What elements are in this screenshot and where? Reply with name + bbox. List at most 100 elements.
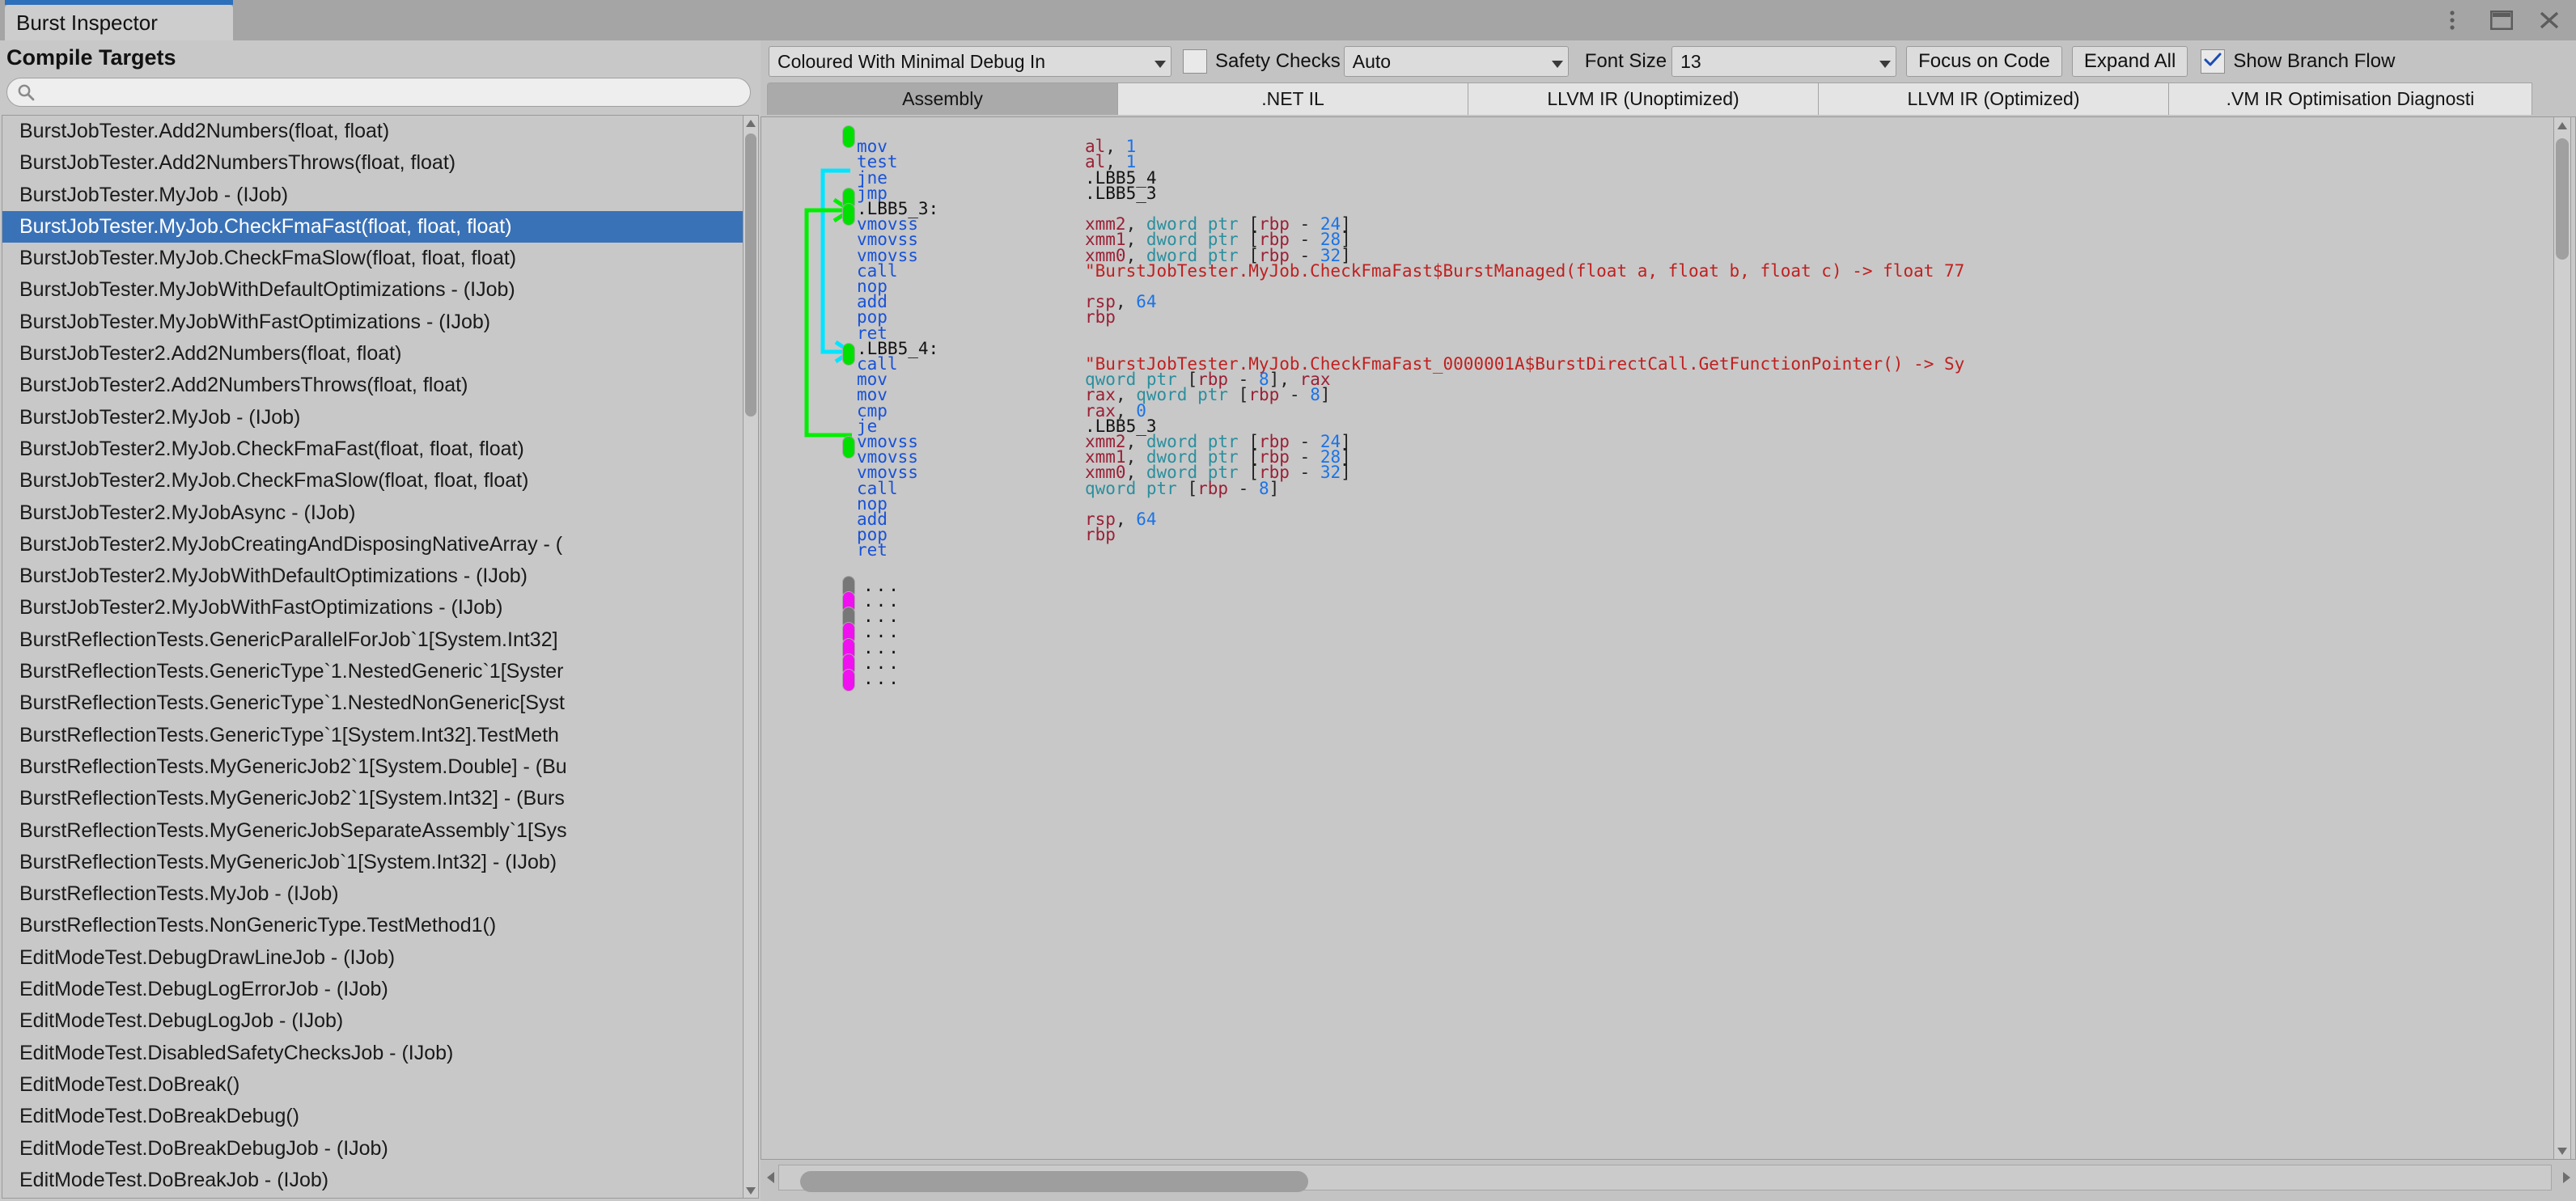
operand-token-reg: rbp bbox=[1085, 307, 1116, 328]
operand-token-num: 8 bbox=[1310, 385, 1320, 405]
compile-target-item[interactable]: BurstJobTester.MyJob.CheckFmaFast(float,… bbox=[2, 210, 743, 243]
code-line: ... bbox=[761, 590, 2541, 614]
show-branch-flow-label: Show Branch Flow bbox=[2233, 50, 2396, 72]
disassembly-scroll-thumb[interactable] bbox=[2556, 138, 2569, 260]
compile-target-item[interactable]: BurstReflectionTests.GenericType`1[Syste… bbox=[2, 720, 743, 751]
operand-token-punc: , bbox=[1115, 292, 1137, 312]
code-line: test al, 1 bbox=[761, 152, 2541, 171]
operand-token-num: 64 bbox=[1136, 510, 1157, 529]
display-mode-dropdown[interactable]: Coloured With Minimal Debug In bbox=[769, 46, 1171, 77]
compile-target-item[interactable]: EditModeTest.DebugLogErrorJob - (IJob) bbox=[2, 974, 743, 1005]
compile-target-item[interactable]: BurstJobTester.Add2Numbers(float, float) bbox=[2, 116, 743, 147]
compile-target-item[interactable]: BurstJobTester2.MyJobCreatingAndDisposin… bbox=[2, 529, 743, 560]
scroll-down-arrow-icon[interactable] bbox=[744, 1183, 758, 1198]
show-branch-flow-checkbox[interactable] bbox=[2201, 49, 2226, 74]
close-button[interactable] bbox=[2534, 6, 2565, 34]
code-scroll-right-arrow-icon[interactable] bbox=[2558, 1168, 2574, 1187]
ir-tab[interactable]: .NET IL bbox=[1117, 82, 1468, 115]
ir-tab[interactable]: .VM IR Optimisation Diagnosti bbox=[2168, 82, 2532, 115]
compile-target-item[interactable]: BurstReflectionTests.MyJob - (IJob) bbox=[2, 878, 743, 910]
compile-target-item[interactable]: BurstJobTester2.MyJob - (IJob) bbox=[2, 402, 743, 433]
font-size-dropdown[interactable]: 13 bbox=[1671, 46, 1897, 77]
disassembly-vertical-scrollbar[interactable] bbox=[2553, 116, 2571, 1160]
compile-targets-scrollbar[interactable] bbox=[743, 115, 759, 1199]
compile-target-item[interactable]: BurstJobTester2.MyJobAsync - (IJob) bbox=[2, 497, 743, 529]
code-line bbox=[761, 124, 2541, 148]
code-line: mov rax, qword ptr [rbp - 8] bbox=[761, 385, 2541, 405]
compile-target-item[interactable]: BurstJobTester.MyJob - (IJob) bbox=[2, 180, 743, 211]
compile-target-item[interactable]: BurstJobTester.MyJobWithFastOptimization… bbox=[2, 307, 743, 338]
code-scroll-up-arrow-icon[interactable] bbox=[2555, 118, 2570, 133]
assembly-operands: "BurstJobTester.MyJob.CheckFmaFast$Burst… bbox=[1085, 261, 1964, 281]
compile-target-item[interactable]: EditModeTest.DoBreakJob - (IJob) bbox=[2, 1165, 743, 1196]
compile-target-item[interactable]: BurstReflectionTests.MyGenericJobSeparat… bbox=[2, 815, 743, 847]
code-line: call "BurstJobTester.MyJob.CheckFmaFast$B… bbox=[761, 261, 2541, 281]
operand-token-punc: - bbox=[1289, 463, 1320, 483]
compile-target-item[interactable]: BurstReflectionTests.GenericType`1.Neste… bbox=[2, 687, 743, 719]
compile-target-item[interactable]: BurstReflectionTests.GenericType`1.Neste… bbox=[2, 656, 743, 687]
operand-token-ptr: qword ptr bbox=[1136, 385, 1239, 405]
ir-tab[interactable]: Assembly bbox=[767, 82, 1118, 115]
compile-targets-scroll-thumb[interactable] bbox=[745, 133, 756, 417]
window-tab-burst-inspector[interactable]: Burst Inspector bbox=[5, 5, 233, 40]
compile-target-item[interactable]: BurstJobTester2.MyJobWithDefaultOptimiza… bbox=[2, 560, 743, 592]
compile-target-item[interactable]: BurstReflectionTests.NonGenericType.Test… bbox=[2, 910, 743, 941]
kebab-menu-button[interactable] bbox=[2437, 6, 2468, 34]
compile-target-item[interactable]: BurstJobTester2.MyJob.CheckFmaFast(float… bbox=[2, 433, 743, 465]
code-line: ... bbox=[761, 636, 2541, 661]
compile-target-item[interactable]: BurstReflectionTests.GenericParallelForJ… bbox=[2, 624, 743, 656]
operand-token-reg: rbp bbox=[1197, 478, 1229, 498]
compile-target-item[interactable]: BurstJobTester2.MyJob.CheckFmaSlow(float… bbox=[2, 465, 743, 497]
compile-target-item[interactable]: EditModeTest.DoBreak() bbox=[2, 1069, 743, 1101]
operand-token-num: 8 bbox=[1258, 478, 1269, 498]
compile-target-item[interactable]: BurstReflectionTests.MyGenericJob2`1[Sys… bbox=[2, 783, 743, 814]
search-input[interactable] bbox=[6, 78, 751, 107]
compile-target-item[interactable]: BurstReflectionTests.MyGenericJob2`1[Sys… bbox=[2, 751, 743, 783]
safety-checks-checkbox[interactable] bbox=[1183, 49, 1207, 74]
compile-target-item[interactable]: EditModeTest.DoBreakDebugJob - (IJob) bbox=[2, 1133, 743, 1165]
code-line: pop rbp bbox=[761, 525, 2541, 544]
code-scroll-down-arrow-icon[interactable] bbox=[2555, 1144, 2570, 1158]
code-line: jmp .LBB5_3 bbox=[761, 184, 2541, 210]
code-line: jne .LBB5_4 bbox=[761, 168, 2541, 188]
maximize-icon bbox=[2490, 11, 2513, 30]
disassembly-hscroll-thumb[interactable] bbox=[800, 1171, 1308, 1192]
chevron-down-icon bbox=[1148, 51, 1166, 73]
focus-on-code-button[interactable]: Focus on Code bbox=[1906, 46, 2062, 77]
disassembly-horizontal-scrollbar[interactable] bbox=[761, 1161, 2576, 1194]
ir-tab[interactable]: LLVM IR (Optimized) bbox=[1818, 82, 2169, 115]
compile-target-item[interactable]: BurstJobTester2.Add2NumbersThrows(float,… bbox=[2, 370, 743, 401]
inspector-toolbar: Coloured With Minimal Debug In Safety Ch… bbox=[761, 40, 2576, 82]
scroll-up-arrow-icon[interactable] bbox=[744, 116, 758, 130]
compile-target-item[interactable]: EditModeTest.DebugDrawLineJob - (IJob) bbox=[2, 942, 743, 974]
compile-target-item[interactable]: BurstJobTester2.MyJobWithFastOptimizatio… bbox=[2, 592, 743, 624]
compile-target-item[interactable]: EditModeTest.DisabledSafetyChecksJob - (… bbox=[2, 1038, 743, 1069]
compile-target-item[interactable]: BurstJobTester2.Add2Numbers(float, float… bbox=[2, 338, 743, 370]
code-scroll-left-arrow-icon[interactable] bbox=[762, 1168, 778, 1187]
compile-target-item[interactable]: EditModeTest.DoBreakDebug() bbox=[2, 1101, 743, 1132]
font-size-value: 13 bbox=[1680, 50, 1701, 72]
compile-targets-list[interactable]: BurstJobTester.Add2Numbers(float, float)… bbox=[2, 115, 743, 1199]
compile-target-item[interactable]: BurstReflectionTests.MyGenericJob`1[Syst… bbox=[2, 847, 743, 878]
folded-lines-ellipsis[interactable]: ... bbox=[863, 669, 901, 688]
code-line: vmovss xmm1, dword ptr [rbp - 28] bbox=[761, 447, 2541, 467]
font-size-label: Font Size bbox=[1584, 50, 1667, 72]
compile-target-item[interactable]: EditModeTest.DebugLogJob - (IJob) bbox=[2, 1005, 743, 1037]
code-line: mov qword ptr [rbp - 8], rax bbox=[761, 370, 2541, 389]
branch-marker-pill[interactable] bbox=[842, 669, 855, 691]
ir-tab[interactable]: LLVM IR (Unoptimized) bbox=[1468, 82, 1819, 115]
operand-token-ptr: qword ptr bbox=[1085, 478, 1188, 498]
compile-target-item[interactable]: BurstJobTester.Add2NumbersThrows(float, … bbox=[2, 147, 743, 179]
disassembly-view[interactable]: mov al, 1 test al, 1 jne .LBB5_4 jmp .LBB5_3 .LB… bbox=[761, 116, 2576, 1160]
kebab-menu-icon bbox=[2449, 10, 2455, 31]
code-line: je .LBB5_3 bbox=[761, 417, 2541, 436]
code-line: ... bbox=[761, 652, 2541, 676]
compile-target-item[interactable]: BurstJobTester.MyJobWithDefaultOptimizat… bbox=[2, 274, 743, 306]
maximize-button[interactable] bbox=[2486, 6, 2517, 34]
safety-checks-dropdown[interactable]: Auto bbox=[1343, 46, 1569, 77]
code-line: .LBB5_3: bbox=[761, 199, 2541, 226]
disassembly-hscroll-track[interactable] bbox=[778, 1165, 2552, 1192]
expand-all-button[interactable]: Expand All bbox=[2071, 46, 2188, 77]
operand-token-reg: rbp bbox=[1248, 385, 1280, 405]
compile-target-item[interactable]: BurstJobTester.MyJob.CheckFmaSlow(float,… bbox=[2, 243, 743, 274]
